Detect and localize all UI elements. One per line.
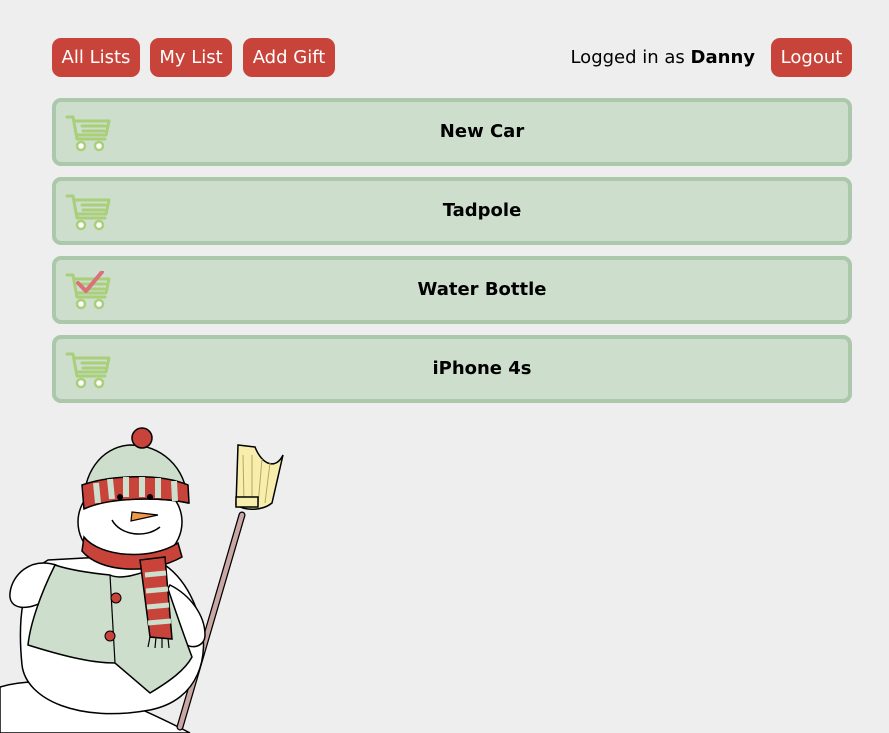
gift-item[interactable]: New Car: [52, 98, 852, 166]
gift-name: Tadpole: [442, 200, 522, 221]
gift-list: New Car Tadpole Water Bottle iPhone 4s: [52, 98, 852, 414]
username: Danny: [690, 47, 755, 68]
all-lists-button[interactable]: All Lists: [52, 38, 140, 77]
gift-item[interactable]: Tadpole: [52, 177, 852, 245]
gift-name: iPhone 4s: [432, 358, 532, 379]
gift-name: New Car: [439, 121, 525, 142]
logout-button[interactable]: Logout: [771, 38, 852, 77]
top-navigation: All Lists My List Add Gift Logged in as …: [0, 0, 889, 90]
gift-item[interactable]: Water Bottle: [52, 256, 852, 324]
add-gift-button[interactable]: Add Gift: [243, 38, 335, 77]
my-list-button[interactable]: My List: [150, 38, 232, 77]
login-prefix: Logged in as: [570, 47, 685, 68]
gift-item[interactable]: iPhone 4s: [52, 335, 852, 403]
gift-name: Water Bottle: [417, 279, 547, 300]
login-status: Logged in as Danny: [570, 38, 755, 77]
snowman-illustration: [0, 427, 284, 733]
